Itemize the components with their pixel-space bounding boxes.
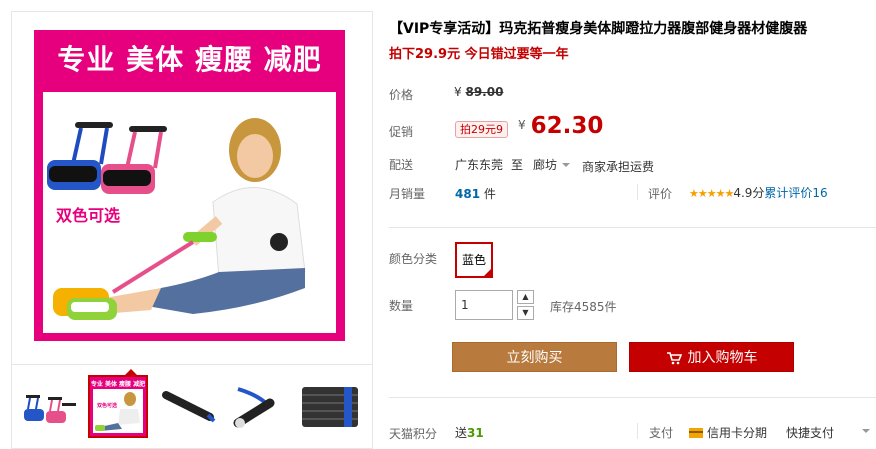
selected-check-icon [483,268,492,277]
quantity-increase-button[interactable]: ▲ [517,290,534,304]
quantity-decrease-button[interactable]: ▼ [517,306,534,320]
thumbnail-1[interactable] [18,375,78,438]
chevron-down-icon [562,163,571,167]
rating[interactable]: ★★★★★4.9分累计评价16 [689,184,828,201]
thumbnail-2-image: 专业 美体 瘦腰 减肥 双色可选 [90,377,146,436]
color-label: 颜色分类 [389,252,438,266]
cart-icon [666,352,682,365]
divider [637,184,638,200]
quick-pay[interactable]: 快捷支付 [786,424,834,441]
monthly-sales-unit: 件 [483,187,496,201]
thumbnail-4[interactable] [228,375,288,438]
add-to-cart-label: 加入购物车 [687,350,758,366]
delivery-destination-select[interactable]: 廊坊 [533,156,571,173]
credit-card-icon [689,428,703,438]
monthly-sales: 481 件 [455,185,496,202]
credit-installment-label: 信用卡分期 [707,426,768,440]
product-subtitle: 拍下29.9元 今日错过要等一年 [389,47,569,62]
star-rating-icon: ★★★★★ [689,187,734,200]
delivery-label: 配送 [389,158,414,172]
product-title: 【VIP专享活动】玛克拓普瘦身美体脚蹬拉力器腹部健身器材健腹器 [389,21,808,37]
price-label: 价格 [389,88,414,102]
thumbnail-5-image [302,387,358,427]
tmall-points: 送31 [455,424,484,441]
add-to-cart-button[interactable]: 加入购物车 [629,342,794,372]
image-gallery: 专业 美体 瘦腰 减肥 双色可选 专业 美体 瘦腰 减肥 双色可选 [11,11,373,449]
original-price-value: 89.00 [465,85,504,99]
quantity-label: 数量 [389,299,414,313]
delivery-from: 广东东莞 [455,158,504,172]
original-price-currency: ¥ [454,85,462,99]
promo-price: ¥62.30 [518,113,603,139]
product-detail: 【VIP专享活动】玛克拓普瘦身美体脚蹬拉力器腹部健身器材健腹器 拍下29.9元 … [389,0,876,449]
product-page: 专业 美体 瘦腰 减肥 双色可选 专业 美体 瘦腰 减肥 双色可选 【VIP专享… [0,0,876,449]
divider [637,423,638,439]
payment-label: 支付 [649,426,674,440]
section-divider [389,227,876,228]
stock-count: 库存4585件 [550,300,617,314]
thumbnail-5[interactable] [298,375,358,438]
quantity-input[interactable]: 1 [455,290,513,320]
rating-score: 4.9分 [733,186,765,200]
color-option-label: 蓝色 [461,253,486,267]
color-option-blue[interactable]: 蓝色 [455,242,493,278]
tmall-points-label: 天猫积分 [389,427,438,441]
thumbnail-2-note: 双色可选 [97,402,117,409]
chevron-down-icon [862,429,870,433]
product-photo: 双色可选 [43,92,336,333]
monthly-sales-label: 月销量 [389,187,426,201]
monthly-sales-count: 481 [455,187,481,201]
footer-divider [389,397,876,398]
color-options-note: 双色可选 [56,206,121,225]
thumbnail-1-image [24,395,76,423]
thumbnail-4-image [233,387,275,428]
tmall-points-value: 31 [467,426,484,440]
thumbnail-3[interactable] [158,375,218,438]
tmall-points-prefix: 送 [455,426,468,440]
payment-more-toggle[interactable] [857,424,870,438]
original-price: ¥ 89.00 [454,85,503,99]
promo-price-value: 62.30 [530,113,604,139]
credit-installment[interactable]: 信用卡分期 [689,424,767,441]
buy-now-button[interactable]: 立刻购买 [452,342,617,372]
delivery-destination: 廊坊 [533,158,558,172]
promo-label: 促销 [389,125,414,139]
thumbnail-2[interactable]: 专业 美体 瘦腰 减肥 双色可选 [88,375,148,438]
thumbnail-strip: 专业 美体 瘦腰 减肥 双色可选 [12,364,372,449]
thumbnail-2-headline: 专业 美体 瘦腰 减肥 [91,380,145,388]
promo-price-currency: ¥ [518,118,526,132]
image-headline: 专业 美体 瘦腰 减肥 [57,43,322,76]
thumbnail-3-image [162,391,216,423]
rating-label: 评价 [648,187,673,201]
shipping-fee: 商家承担运费 [582,160,655,174]
review-count-link[interactable]: 累计评价16 [764,186,827,200]
main-product-image[interactable]: 专业 美体 瘦腰 减肥 双色可选 [34,30,345,341]
promo-badge: 拍29元9 [455,121,508,138]
delivery-to-word: 至 [511,158,524,172]
